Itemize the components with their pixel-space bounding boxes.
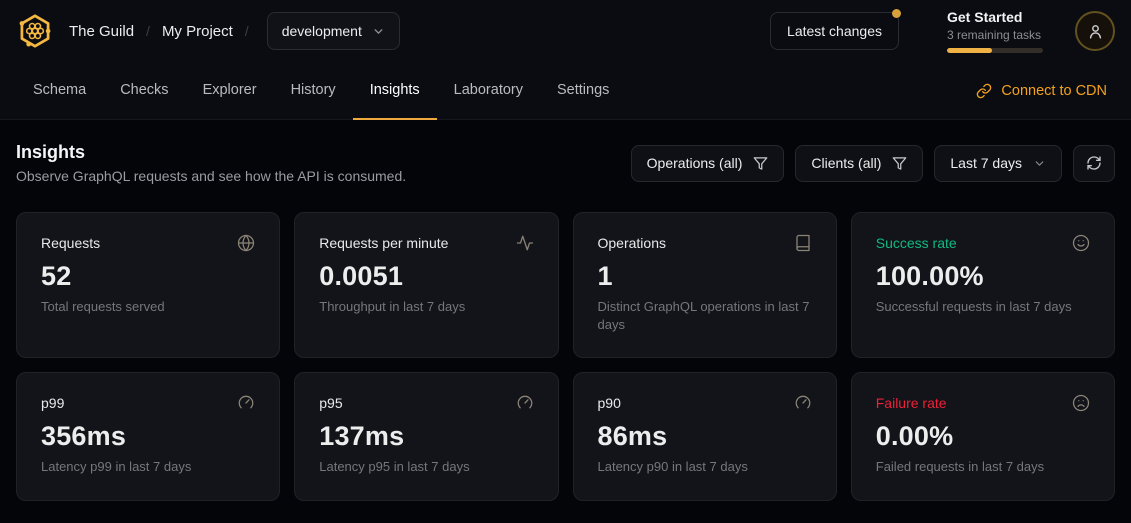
card-title: p99 <box>41 395 64 411</box>
card-description: Distinct GraphQL operations in last 7 da… <box>598 298 812 333</box>
smile-icon <box>1072 234 1090 252</box>
tab-schema[interactable]: Schema <box>16 62 103 120</box>
card-description: Failed requests in last 7 days <box>876 458 1090 476</box>
gauge-icon <box>237 394 255 412</box>
card-value: 86ms <box>598 421 812 452</box>
stat-card-p95: p95 137ms Latency p95 in last 7 days <box>294 372 558 501</box>
refresh-button[interactable] <box>1073 145 1115 182</box>
page-title: Insights <box>16 142 406 163</box>
tab-explorer[interactable]: Explorer <box>186 62 274 120</box>
stats-grid: Requests 52 Total requests served Reques… <box>16 212 1115 501</box>
card-description: Latency p99 in last 7 days <box>41 458 255 476</box>
card-title: Requests per minute <box>319 235 448 251</box>
globe-icon <box>237 234 255 252</box>
stat-card-p99: p99 356ms Latency p99 in last 7 days <box>16 372 280 501</box>
card-value: 137ms <box>319 421 533 452</box>
latest-changes-button[interactable]: Latest changes <box>770 12 899 50</box>
stat-card-p90: p90 86ms Latency p90 in last 7 days <box>573 372 837 501</box>
card-title: p95 <box>319 395 342 411</box>
refresh-icon <box>1086 155 1102 171</box>
chevron-down-icon <box>372 25 385 38</box>
clients-filter-button[interactable]: Clients (all) <box>795 145 923 182</box>
gauge-icon <box>794 394 812 412</box>
card-description: Total requests served <box>41 298 255 316</box>
get-started-title: Get Started <box>947 9 1047 27</box>
main-content: Insights Observe GraphQL requests and se… <box>0 120 1131 517</box>
card-title: p90 <box>598 395 621 411</box>
card-description: Latency p95 in last 7 days <box>319 458 533 476</box>
stat-card-success-rate: Success rate 100.00% Successful requests… <box>851 212 1115 358</box>
clients-filter-label: Clients (all) <box>811 155 881 171</box>
card-value: 1 <box>598 261 812 292</box>
filters-toolbar: Operations (all) Clients (all) Last 7 da… <box>631 145 1115 182</box>
card-description: Latency p90 in last 7 days <box>598 458 812 476</box>
user-avatar[interactable] <box>1075 11 1115 51</box>
hive-logo-icon[interactable] <box>16 12 54 50</box>
connect-to-cdn-link[interactable]: Connect to CDN <box>976 62 1115 119</box>
gauge-icon <box>516 394 534 412</box>
tab-settings[interactable]: Settings <box>540 62 626 120</box>
get-started-progress-fill <box>947 48 992 53</box>
get-started-subtitle: 3 remaining tasks <box>947 28 1047 42</box>
connect-to-cdn-label: Connect to CDN <box>1001 83 1107 99</box>
link-icon <box>976 83 992 99</box>
tab-laboratory[interactable]: Laboratory <box>437 62 540 120</box>
date-range-label: Last 7 days <box>950 155 1022 171</box>
target-selector-value: development <box>282 23 362 39</box>
card-title: Success rate <box>876 235 957 251</box>
card-description: Successful requests in last 7 days <box>876 298 1090 316</box>
breadcrumb-project[interactable]: My Project <box>162 23 233 40</box>
stat-card-operations: Operations 1 Distinct GraphQL operations… <box>573 212 837 358</box>
card-value: 52 <box>41 261 255 292</box>
card-value: 100.00% <box>876 261 1090 292</box>
main-nav: Schema Checks Explorer History Insights … <box>0 62 1131 120</box>
breadcrumb-separator: / <box>146 23 150 39</box>
filter-funnel-icon <box>892 156 907 171</box>
stat-card-rpm: Requests per minute 0.0051 Throughput in… <box>294 212 558 358</box>
stat-card-failure-rate: Failure rate 0.00% Failed requests in la… <box>851 372 1115 501</box>
card-description: Throughput in last 7 days <box>319 298 533 316</box>
notification-dot <box>892 9 901 18</box>
operations-filter-label: Operations (all) <box>647 155 743 171</box>
card-value: 0.0051 <box>319 261 533 292</box>
latest-changes-label: Latest changes <box>787 23 882 39</box>
nav-spacer <box>626 62 976 119</box>
breadcrumb-org[interactable]: The Guild <box>69 23 134 40</box>
activity-icon <box>516 234 534 252</box>
card-title: Operations <box>598 235 666 251</box>
page-subtitle: Observe GraphQL requests and see how the… <box>16 168 406 184</box>
card-title: Requests <box>41 235 100 251</box>
tab-history[interactable]: History <box>274 62 353 120</box>
operations-filter-button[interactable]: Operations (all) <box>631 145 785 182</box>
date-range-button[interactable]: Last 7 days <box>934 145 1062 182</box>
breadcrumb-separator: / <box>245 23 249 39</box>
card-value: 356ms <box>41 421 255 452</box>
chevron-down-icon <box>1033 157 1046 170</box>
target-selector[interactable]: development <box>267 12 400 50</box>
frown-icon <box>1072 394 1090 412</box>
card-value: 0.00% <box>876 421 1090 452</box>
stat-card-requests: Requests 52 Total requests served <box>16 212 280 358</box>
person-icon <box>1086 22 1105 41</box>
page-heading-block: Insights Observe GraphQL requests and se… <box>16 142 406 184</box>
tab-insights[interactable]: Insights <box>353 62 437 120</box>
tab-checks[interactable]: Checks <box>103 62 185 120</box>
card-title: Failure rate <box>876 395 947 411</box>
filter-funnel-icon <box>753 156 768 171</box>
get-started-widget[interactable]: Get Started 3 remaining tasks <box>947 9 1047 53</box>
top-header: The Guild / My Project / development Lat… <box>0 0 1131 62</box>
get-started-progressbar <box>947 48 1043 53</box>
book-icon <box>794 234 812 252</box>
